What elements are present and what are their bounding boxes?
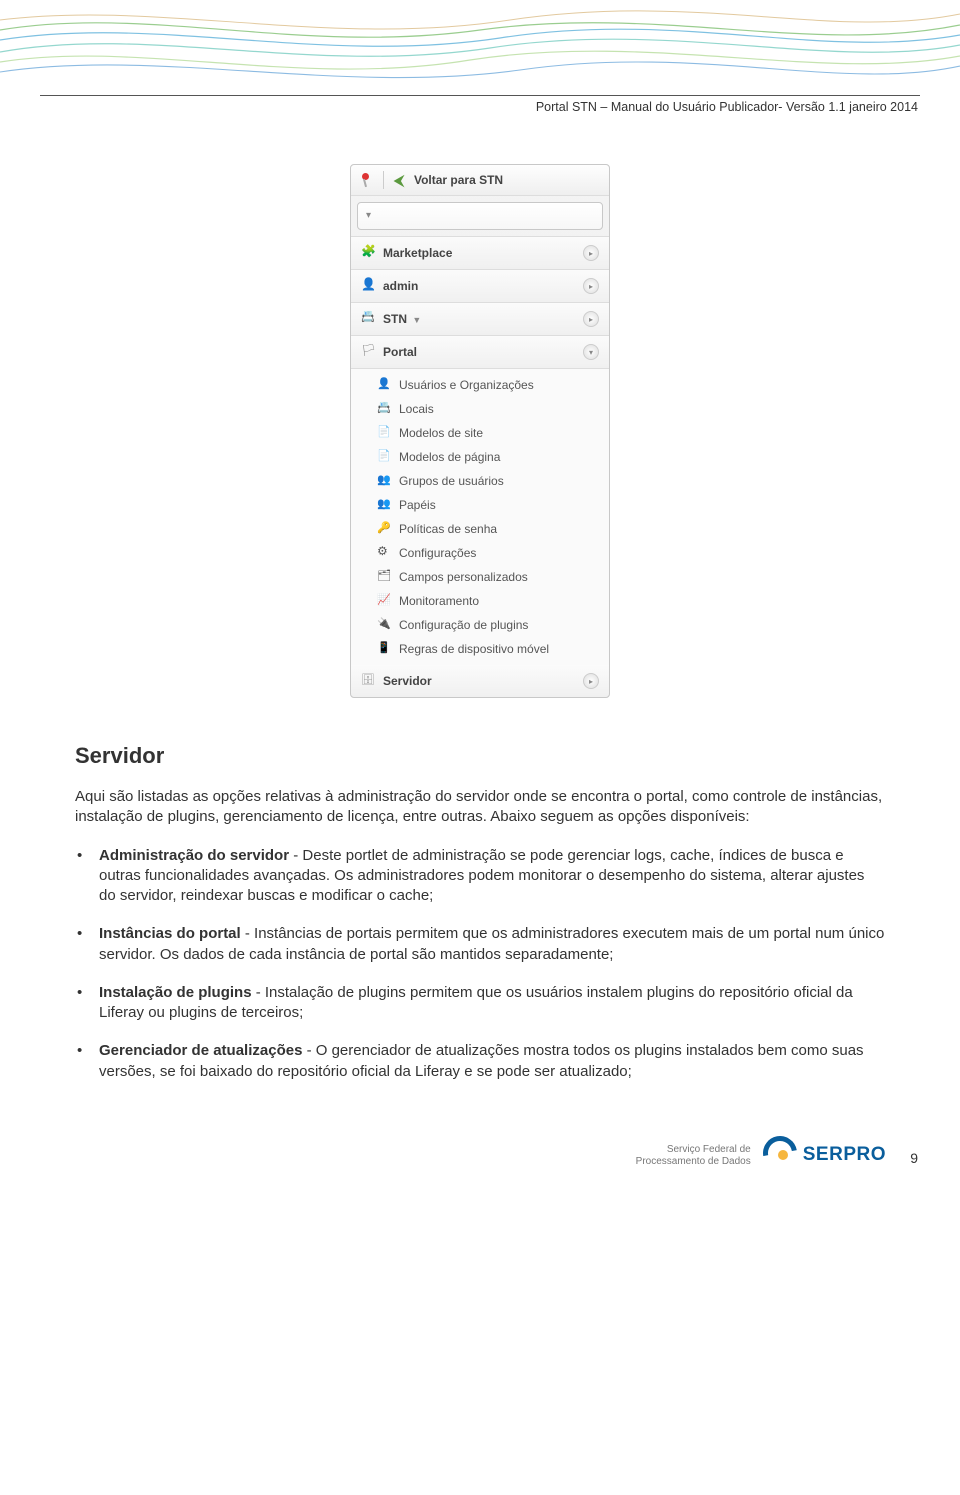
section-portal[interactable]: Portal ▾ [351, 336, 609, 369]
footer-service-label: Serviço Federal de Processamento de Dado… [636, 1144, 751, 1168]
subitem-label: Políticas de senha [399, 522, 497, 536]
page-footer: Serviço Federal de Processamento de Dado… [0, 1142, 918, 1168]
user-group-icon [377, 474, 391, 488]
back-to-site-link[interactable]: Voltar para STN [414, 173, 503, 187]
page-template-icon [377, 450, 391, 464]
bullet-item: Administração do servidor - Deste portle… [99, 846, 885, 907]
users-icon [377, 378, 391, 392]
section-label: admin [383, 279, 418, 293]
pin-icon[interactable] [359, 173, 373, 187]
serpro-logo: SERPRO [765, 1142, 886, 1168]
user-icon [361, 279, 375, 293]
subitem-locais[interactable]: Locais [351, 397, 609, 421]
subitem-label: Configurações [399, 546, 476, 560]
panel-search-box[interactable] [357, 202, 603, 230]
control-panel-sidebar: ⮜ Voltar para STN Marketplace ▸ admin ▸ [350, 164, 610, 698]
custom-fields-icon [377, 570, 391, 584]
subitem-label: Modelos de site [399, 426, 483, 440]
subitem-label: Monitoramento [399, 594, 479, 608]
subitem-users-orgs[interactable]: Usuários e Organizações [351, 373, 609, 397]
panel-topbar: ⮜ Voltar para STN [351, 165, 609, 196]
bullet-list: Administração do servidor - Deste portle… [75, 846, 885, 1082]
portal-sublist: Usuários e Organizações Locais Modelos d… [351, 369, 609, 665]
chevron-right-icon: ▸ [583, 311, 599, 327]
subitem-label: Grupos de usuários [399, 474, 504, 488]
subitem-label: Regras de dispositivo móvel [399, 642, 549, 656]
section-stn[interactable]: STN ▼ ▸ [351, 303, 609, 336]
header-decoration [0, 0, 960, 95]
bullet-title: Instâncias do portal [99, 925, 241, 942]
serpro-brand-text: SERPRO [803, 1144, 886, 1166]
subitem-plugin-config[interactable]: Configuração de plugins [351, 613, 609, 637]
subitem-label: Campos personalizados [399, 570, 528, 584]
footer-label-line2: Processamento de Dados [636, 1156, 751, 1168]
roles-icon [377, 498, 391, 512]
bullet-item: Instalação de plugins - Instalação de pl… [99, 983, 885, 1024]
chevron-right-icon: ▸ [583, 245, 599, 261]
section-label: STN ▼ [383, 312, 421, 326]
section-heading-servidor: Servidor [75, 743, 885, 769]
subitem-label: Configuração de plugins [399, 618, 528, 632]
back-arrow-icon[interactable]: ⮜ [394, 173, 404, 187]
chevron-right-icon: ▸ [583, 673, 599, 689]
stn-label: STN [383, 312, 407, 326]
bullet-title: Instalação de plugins [99, 984, 252, 1001]
gear-icon [377, 546, 391, 560]
chevron-right-icon: ▸ [583, 278, 599, 294]
plugin-icon [377, 618, 391, 632]
footer-label-line1: Serviço Federal de [636, 1144, 751, 1156]
section-label: Portal [383, 345, 417, 359]
subitem-monitoring[interactable]: Monitoramento [351, 589, 609, 613]
content-area: Servidor Aqui são listadas as opções rel… [75, 743, 885, 1082]
separator [383, 171, 384, 189]
marketplace-icon [361, 246, 375, 260]
subitem-device-rules[interactable]: Regras de dispositivo móvel [351, 637, 609, 661]
bullet-title: Gerenciador de atualizações [99, 1042, 302, 1059]
subitem-user-groups[interactable]: Grupos de usuários [351, 469, 609, 493]
header-rule [40, 95, 920, 96]
page-number: 9 [900, 1150, 918, 1168]
header-doc-title: Portal STN – Manual do Usuário Publicado… [0, 100, 918, 114]
subitem-label: Usuários e Organizações [399, 378, 534, 392]
subitem-site-templates[interactable]: Modelos de site [351, 421, 609, 445]
site-icon [361, 312, 375, 326]
server-icon [361, 674, 375, 688]
subitem-label: Locais [399, 402, 434, 416]
panel-search-row [351, 196, 609, 237]
section-admin[interactable]: admin ▸ [351, 270, 609, 303]
bullet-item: Gerenciador de atualizações - O gerencia… [99, 1041, 885, 1082]
subitem-settings[interactable]: Configurações [351, 541, 609, 565]
device-icon [377, 642, 391, 656]
serpro-mark-icon [765, 1142, 801, 1168]
subitem-password-policies[interactable]: Políticas de senha [351, 517, 609, 541]
subitem-page-templates[interactable]: Modelos de página [351, 445, 609, 469]
monitoring-icon [377, 594, 391, 608]
bullet-title: Administração do servidor [99, 847, 289, 864]
portal-icon [361, 345, 375, 359]
intro-paragraph: Aqui são listadas as opções relativas à … [75, 787, 885, 828]
dropdown-icon: ▼ [412, 315, 421, 325]
site-template-icon [377, 426, 391, 440]
subitem-custom-fields[interactable]: Campos personalizados [351, 565, 609, 589]
section-marketplace[interactable]: Marketplace ▸ [351, 237, 609, 270]
section-label: Servidor [383, 674, 432, 688]
sites-icon [377, 402, 391, 416]
bullet-item: Instâncias do portal - Instâncias de por… [99, 924, 885, 965]
subitem-label: Modelos de página [399, 450, 500, 464]
section-label: Marketplace [383, 246, 452, 260]
subitem-roles[interactable]: Papéis [351, 493, 609, 517]
section-servidor[interactable]: Servidor ▸ [351, 665, 609, 697]
subitem-label: Papéis [399, 498, 436, 512]
chevron-down-icon: ▾ [583, 344, 599, 360]
password-policy-icon [377, 522, 391, 536]
